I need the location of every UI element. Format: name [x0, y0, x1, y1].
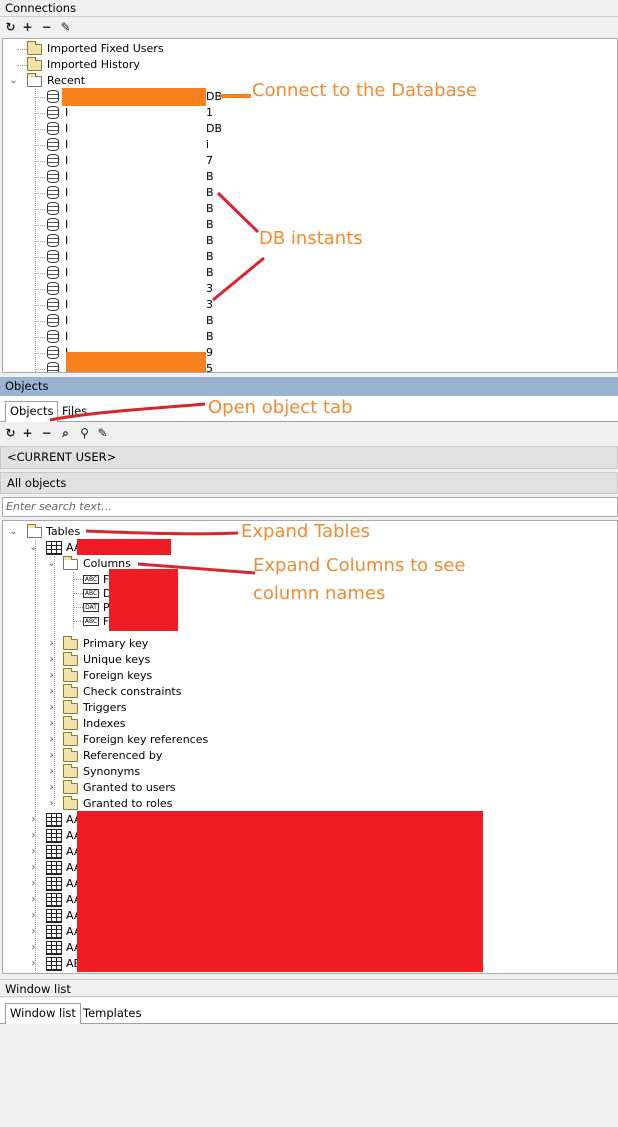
- annotation-db-instants: DB instants: [259, 228, 363, 249]
- annotation-open-object-tab: Open object tab: [208, 397, 353, 418]
- annotation-connect: Connect to the Database: [252, 80, 478, 101]
- open-object-tab-pointer-line: [49, 402, 206, 422]
- annotation-expand-tables: Expand Tables: [241, 521, 370, 542]
- annotation-expand-columns-line2: column names: [253, 583, 386, 604]
- expand-columns-pointer-line: [137, 562, 256, 575]
- annotation-expand-columns-line1: Expand Columns to see: [253, 555, 466, 576]
- db-instants-pointer-line: [212, 256, 265, 302]
- expand-tables-pointer-line: [85, 529, 239, 536]
- db-instants-pointer-line: [216, 191, 260, 234]
